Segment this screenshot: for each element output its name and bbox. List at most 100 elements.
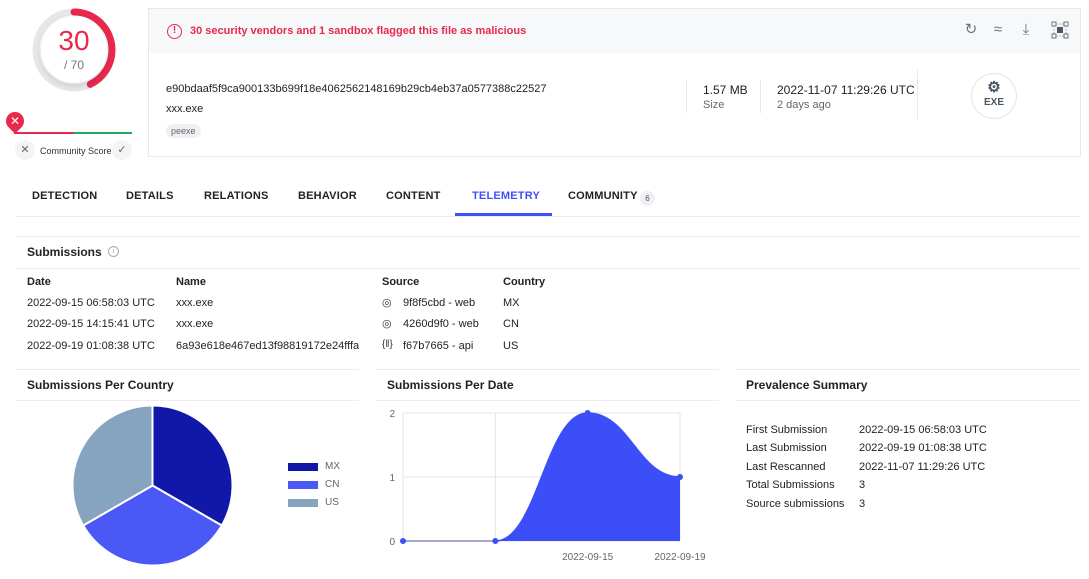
x-tick-label: 2022-09-19 — [654, 552, 706, 563]
column-header-country: Country — [503, 276, 546, 288]
community-count-badge: 6 — [640, 191, 655, 206]
legend-swatch-cn — [288, 481, 318, 489]
submission-date: 2022-09-15 14:15:41 UTC — [27, 318, 155, 330]
submission-country: CN — [503, 318, 519, 330]
download-icon: ⤓ — [1022, 21, 1030, 38]
reanalyze-button[interactable]: ↻ — [961, 20, 981, 40]
y-tick-label: 2 — [389, 409, 395, 420]
info-icon[interactable]: i — [108, 246, 119, 257]
web-icon: ◎ — [382, 297, 392, 309]
file-name: xxx.exe — [166, 103, 204, 115]
file-size-label: Size — [703, 99, 725, 111]
divider — [15, 236, 1081, 237]
upvote-button[interactable]: ✓ — [112, 140, 132, 160]
per-country-title: Submissions Per Country — [27, 378, 174, 392]
legend-label-us: US — [325, 497, 339, 508]
downvote-button[interactable]: ✕ — [15, 140, 35, 160]
y-tick-label: 1 — [389, 473, 395, 484]
submission-date: 2022-09-19 01:08:38 UTC — [27, 340, 155, 352]
file-tag[interactable]: peexe — [166, 124, 201, 138]
prevalence-label: Last Rescanned — [746, 461, 826, 473]
prevalence-value: 2022-09-19 01:08:38 UTC — [859, 442, 987, 454]
prevalence-title: Prevalence Summary — [746, 378, 868, 392]
community-score-bar-negative — [14, 132, 74, 134]
divider — [735, 400, 1081, 401]
per-date-title: Submissions Per Date — [387, 378, 514, 392]
analysis-date-relative: 2 days ago — [777, 99, 831, 111]
prevalence-value: 2022-11-07 11:29:26 UTC — [859, 461, 986, 473]
reanalyze-icon: ↻ — [964, 21, 978, 38]
tab-telemetry[interactable]: TELEMETRY — [472, 190, 540, 202]
legend-swatch-us — [288, 499, 318, 507]
file-type-label: EXE — [983, 97, 1004, 108]
file-type-icon: ⚙ EXE — [971, 73, 1017, 119]
submission-source: 4260d9f0 - web — [403, 318, 479, 330]
prevalence-value: 3 — [859, 479, 866, 491]
tab-community[interactable]: COMMUNITY — [568, 190, 638, 202]
api-icon: {‖} — [382, 339, 393, 350]
community-score-bar-positive — [74, 132, 132, 134]
x-tick-label: 2022-09-15 — [562, 552, 614, 563]
download-button[interactable]: ⤓ — [1016, 20, 1036, 40]
x-icon: ✕ — [9, 114, 21, 128]
prevalence-value: 3 — [859, 498, 866, 510]
legend-label-mx: MX — [325, 461, 340, 472]
prevalence-label: Total Submissions — [746, 479, 835, 491]
submission-country: MX — [503, 297, 520, 309]
submission-name: xxx.exe — [176, 297, 214, 309]
date-area-chart: 0 1 2 2022-09-15 2022-09-19 — [389, 409, 706, 563]
divider — [686, 80, 687, 113]
prevalence-label: Source submissions — [746, 498, 845, 510]
divider — [15, 369, 359, 370]
check-icon: ✓ — [117, 144, 127, 156]
detection-count: 30 — [58, 25, 90, 56]
data-point[interactable] — [584, 410, 591, 416]
divider — [15, 268, 1081, 269]
tab-behavior[interactable]: BEHAVIOR — [298, 190, 357, 202]
tabs-divider — [15, 216, 1081, 217]
similar-icon: ≈ — [993, 21, 1003, 38]
community-score-label: Community Score — [40, 146, 112, 156]
submission-country: US — [503, 340, 519, 352]
submission-date: 2022-09-15 06:58:03 UTC — [27, 297, 155, 309]
gears-icon: ⚙ — [987, 79, 1001, 96]
y-tick-label: 0 — [389, 537, 395, 548]
country-pie-chart — [71, 404, 234, 567]
divider — [917, 70, 918, 120]
column-header-date: Date — [27, 276, 51, 288]
divider — [375, 369, 719, 370]
alert-text: 30 security vendors and 1 sandbox flagge… — [190, 25, 527, 37]
submissions-title: Submissions — [27, 245, 102, 259]
prevalence-value: 2022-09-15 06:58:03 UTC — [859, 424, 987, 436]
prevalence-label: First Submission — [746, 424, 828, 436]
tab-content[interactable]: CONTENT — [386, 190, 441, 202]
graph-button[interactable] — [1050, 20, 1070, 40]
analysis-date: 2022-11-07 11:29:26 UTC — [777, 83, 915, 97]
web-icon: ◎ — [382, 318, 392, 330]
submission-source: 9f8f5cbd - web — [403, 297, 476, 309]
detection-total: / 70 — [63, 58, 84, 72]
divider — [15, 400, 359, 401]
column-header-source: Source — [382, 276, 420, 288]
x-icon: ✕ — [20, 144, 30, 156]
similar-button[interactable]: ≈ — [988, 20, 1008, 40]
alert-icon: ! — [167, 24, 182, 39]
data-point[interactable] — [677, 474, 683, 480]
data-point[interactable] — [400, 538, 406, 544]
file-size: 1.57 MB — [703, 83, 748, 97]
column-header-name: Name — [176, 276, 206, 288]
legend-label-cn: CN — [325, 479, 340, 490]
divider — [735, 369, 1081, 370]
data-point[interactable] — [492, 538, 499, 544]
tab-detection[interactable]: DETECTION — [32, 190, 97, 202]
prevalence-label: Last Submission — [746, 442, 827, 454]
file-hash[interactable]: e90bdaaf5f9ca900133b699f18e4062562148169… — [166, 83, 547, 95]
legend-swatch-mx — [288, 463, 318, 471]
tab-details[interactable]: DETAILS — [126, 190, 174, 202]
submission-name: 6a93e618e467ed13f98819172e24fffa — [176, 340, 360, 352]
active-tab-indicator — [455, 213, 552, 216]
divider — [760, 80, 761, 113]
submission-source: f67b7665 - api — [403, 340, 474, 352]
tab-relations[interactable]: RELATIONS — [204, 190, 269, 202]
submission-name: xxx.exe — [176, 318, 214, 330]
